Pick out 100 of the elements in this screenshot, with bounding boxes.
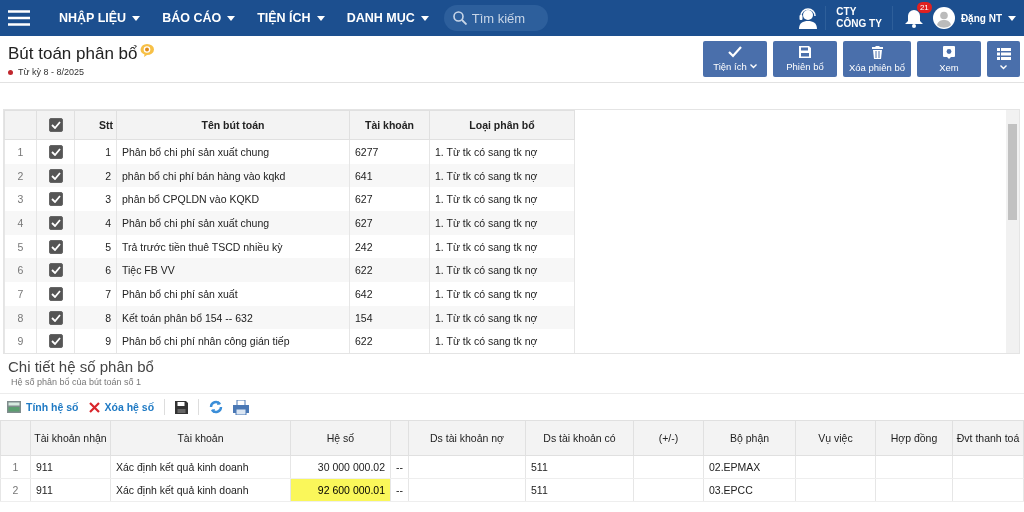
table-cell: Tiệc FB VV [116,258,350,282]
caret-icon [227,15,236,21]
section-subtitle: Hệ số phân bổ của bút toán số 1 [11,377,143,387]
checkbox[interactable] [48,310,63,325]
column-header: Vụ việc [795,420,876,456]
table-cell: 642 [349,282,430,306]
avatar-icon [932,7,955,29]
close-icon [88,401,100,413]
column-header: Stt [74,110,117,140]
row-number: 2 [0,478,31,502]
table-cell: 1. Từ tk có sang tk nợ [429,211,575,235]
table-cell: Phân bổ chi phí sản xuất chung [116,139,350,164]
save-icon [799,46,811,58]
table-cell: phân bổ chi phí bán hàng vào kqkd [116,163,350,188]
toolbar-button[interactable]: Tiện ích [703,41,767,77]
row-number: 8 [4,305,37,330]
bell-icon[interactable] [904,8,923,28]
help-icon[interactable] [139,44,154,57]
table-cell: 627 [349,211,430,235]
toolbar-button[interactable] [987,41,1020,77]
table-cell: 6277 [349,139,430,164]
table-cell: -- [390,455,409,479]
page-title: Bút toán phân bổ [8,44,138,64]
nav-menu[interactable]: DANH MỤC [335,0,440,36]
table-cell: 1. Từ tk có sang tk nợ [429,305,575,330]
calculator-icon [7,401,21,413]
floppy-icon[interactable] [175,400,189,414]
checkbox[interactable] [48,334,63,349]
row-number: 1 [0,455,31,479]
toolbar-link[interactable]: Tính hệ số [7,401,79,413]
table-cell: 7 [74,282,117,306]
table-cell: 4 [74,211,117,235]
print-icon[interactable] [233,399,250,415]
row-number: 2 [4,163,37,188]
toolbar-button[interactable]: Phiên bổ [773,41,837,77]
column-header: Đvt thanh toá [952,420,1024,456]
checkbox[interactable] [48,286,63,301]
table-cell: 1. Từ tk có sang tk nợ [429,163,575,188]
table-cell: 911 [30,478,111,502]
table-cell: 622 [349,258,430,282]
table-cell: 511 [525,478,634,502]
row-number: 9 [4,329,37,353]
headset-icon[interactable] [797,7,820,29]
checkbox[interactable] [48,118,63,133]
period-label: Từ kỳ 8 - 8/2025 [18,67,85,77]
toolbar-button[interactable]: Xem [917,41,981,77]
table-cell: 1. Từ tk có sang tk nợ [429,258,575,282]
checkbox[interactable] [48,145,63,159]
checkbox[interactable] [48,263,63,278]
toolbar-button[interactable]: Xóa phiên bổ [843,41,911,77]
column-header: (+/-) [633,420,704,456]
menu-icon[interactable] [8,10,30,26]
column-header: Tên bút toán [116,110,350,140]
check-icon [728,46,742,58]
table-cell: 1. Từ tk có sang tk nợ [429,282,575,306]
checkbox[interactable] [48,239,63,254]
table-cell: 154 [349,305,430,330]
view-icon [943,45,955,59]
table-cell: 02.EPMAX [703,455,796,479]
nav-menu[interactable]: TIỆN ÍCH [246,0,336,36]
table-cell: 622 [349,329,430,353]
scrollbar[interactable] [1006,110,1019,353]
company-name: CÔNG TY [836,18,882,30]
checkbox[interactable] [48,192,63,207]
column-header: Loại phân bổ [429,110,575,140]
row-number: 6 [4,258,37,282]
nav-menu[interactable]: NHẬP LIỆU [48,0,152,36]
column-header: Tài khoản [110,420,291,456]
table-cell: 911 [30,455,111,479]
list-icon [996,48,1011,62]
table-cell: 641 [349,163,430,188]
table-cell: 6 [74,258,117,282]
search-field[interactable]: Tìm kiếm [443,5,548,31]
refresh-icon[interactable] [209,400,224,414]
row-number: 4 [4,211,37,235]
table-cell: Phân bổ chi phí sản xuất [116,282,350,306]
company-code: CTY [836,6,858,17]
toolbar-link[interactable]: Xóa hệ số [88,401,155,413]
trash-icon [871,45,883,59]
table-cell: 1 [74,139,117,164]
caret-icon [316,15,325,21]
column-header: Bộ phận [703,420,796,456]
table-cell: 1. Từ tk có sang tk nợ [429,139,575,164]
column-header: Ds tài khoản nợ [408,420,526,456]
caret-icon [1008,15,1016,21]
table-cell: Kết toán phân bổ 154 -- 632 [116,305,350,330]
nav-menu[interactable]: BÁO CÁO [151,0,247,36]
notification-badge: 21 [916,1,932,13]
table-cell: 03.EPCC [703,478,796,502]
table-cell: 2 [74,163,117,188]
table-cell-text: 30 000 000.02 [316,460,386,475]
column-header: Hệ số [290,420,391,456]
search-icon [452,11,467,25]
table-cell: Phân bổ chi phí nhân công gián tiếp [116,329,350,353]
row-number: 1 [4,139,37,164]
checkbox[interactable] [48,216,63,230]
column-header: Tài khoản nhận [30,420,111,456]
table-cell: Xác định kết quả kinh doanh [110,455,291,479]
table-cell: 511 [525,455,634,479]
checkbox[interactable] [48,168,63,183]
